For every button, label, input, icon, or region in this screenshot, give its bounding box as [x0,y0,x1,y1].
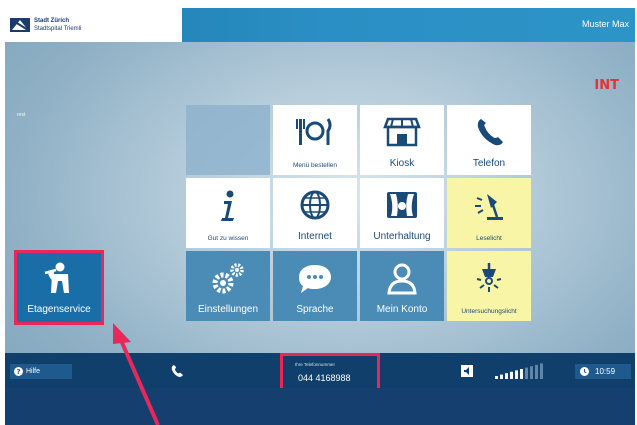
tile-kiosk[interactable]: Kiosk [360,105,444,175]
reading-lamp-icon [475,194,503,220]
logo: Stadt Zürich Stadtspital Triemli [5,8,182,42]
exam-light-icon [476,263,502,292]
volume-bar [530,366,533,379]
phone-caption: Ihre Telefonnummer [295,362,335,367]
help-label: Hilfe [26,368,41,375]
tile-label: Einstellungen [197,304,259,315]
tile-label: Etagenservice [27,304,91,315]
volume-bar [520,369,523,379]
question-icon: ? [14,367,23,376]
speech-bubble-icon [299,265,331,293]
svg-text:?: ? [16,368,20,376]
tile-label: Mein Konto [376,304,428,315]
volume-bar [495,376,498,379]
phone-number-box: Ihre Telefonnummer 044 4168988 [280,353,380,391]
volume-bar [500,374,503,379]
info-icon [221,190,234,221]
user-name[interactable]: Muster Max [582,19,629,29]
theater-icon [387,192,417,218]
help-button[interactable]: ? Hilfe [10,364,72,379]
phone-icon [477,119,503,146]
tile-einstellungen[interactable]: Einstellungen [186,251,270,321]
tile-label: Sprache [296,304,334,315]
logo-line-1: Stadt Zürich [34,18,70,24]
tile-mein-konto[interactable]: Mein Konto [360,251,444,321]
tile-etagenservice[interactable]: Etagenservice [14,250,104,325]
tile-label: Menü bestellen [292,162,338,169]
logo-line-2: Stadtspital Triemli [34,26,82,32]
tile-label: Internet [298,231,332,242]
tile-label: Gut zu wissen [207,235,249,242]
clock-button[interactable]: 10:59 [575,364,631,379]
bottom-bar: ? Hilfe Ihre Telefonnummer 044 4168988 1… [5,353,635,391]
volume-bar [510,371,513,379]
footer-bar [5,388,635,425]
gears-icon [212,263,244,294]
tile-label: Telefon [472,158,506,169]
volume-bar [505,373,508,379]
side-note: rest [17,112,26,118]
tile-untersuchungslicht[interactable]: Untersuchungslicht [447,251,531,321]
tile-menu[interactable]: Menü bestellen [273,105,357,175]
clock-time: 10:59 [595,367,616,376]
globe-icon [300,190,330,220]
tile-unterhaltung[interactable]: Unterhaltung [360,178,444,248]
top-bar: Stadt Zürich Stadtspital Triemli Muster … [5,8,635,42]
volume-level-bars[interactable] [495,362,545,380]
cutlery-icon [296,118,332,145]
handset-icon[interactable] [169,363,185,379]
shop-icon [383,117,421,147]
empty-tile [186,105,270,175]
volume-bar [515,370,518,379]
tile-telefon[interactable]: Telefon [447,105,531,175]
volume-bar [525,367,528,379]
tile-sprache[interactable]: Sprache [273,251,357,321]
terminal-screen: Stadt Zürich Stadtspital Triemli Muster … [5,8,635,425]
user-icon [387,263,417,295]
tile-label: Leselicht [476,235,502,242]
staff-icon [44,262,69,293]
tile-label: Kiosk [389,158,415,169]
clock-icon [580,367,589,376]
tile-leselicht[interactable]: Leselicht [447,178,531,248]
volume-bar [535,364,538,379]
tile-label: Untersuchungslicht [461,308,517,315]
tile-gut-zu-wissen[interactable]: Gut zu wissen [186,178,270,248]
tile-internet[interactable]: Internet [273,178,357,248]
city-logo-icon [10,18,30,32]
speaker-icon[interactable] [461,365,473,377]
tile-label: Unterhaltung [373,231,431,242]
volume-bar [540,363,543,379]
phone-number: 044 4168988 [298,373,351,383]
int-indicator: INT [594,78,619,93]
